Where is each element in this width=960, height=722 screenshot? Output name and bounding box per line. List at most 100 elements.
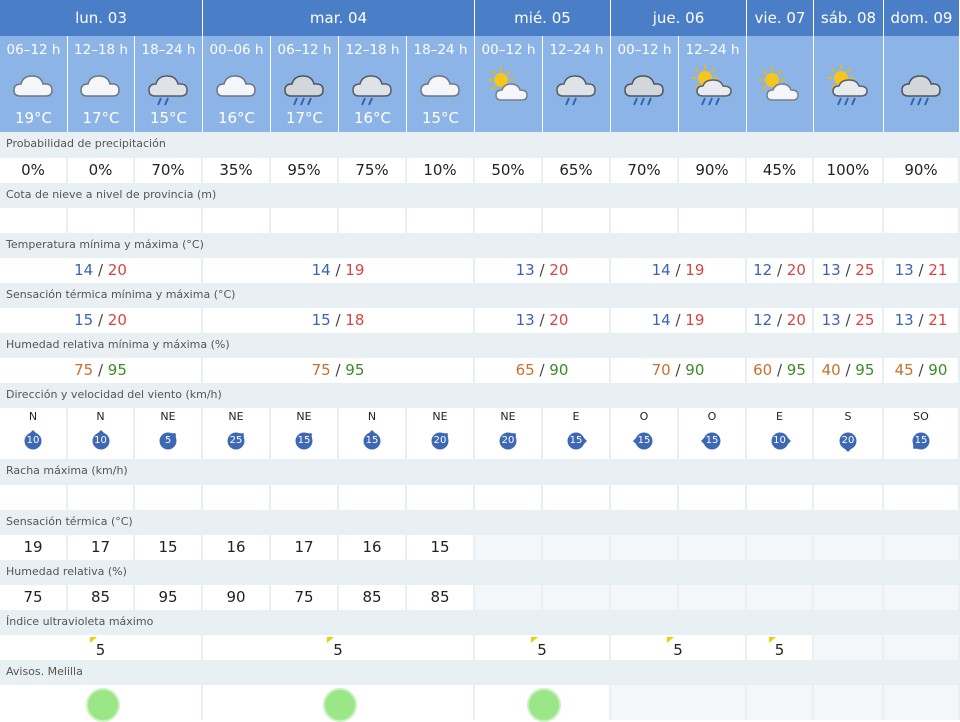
forecast-slot[interactable]: [814, 36, 884, 132]
sun-rain-cloud-icon: [821, 64, 877, 108]
forecast-slot[interactable]: 12–24 h: [543, 36, 611, 132]
forecast-slot[interactable]: [884, 36, 960, 132]
feel-value: [814, 535, 884, 560]
wind-speed: 15: [705, 435, 719, 446]
feels-like-minmax: 13 / 21: [884, 308, 960, 333]
gust-value: [271, 485, 339, 510]
sun-rain-cloud-icon: [685, 64, 741, 108]
wind-value: S 20: [814, 408, 884, 459]
day-header[interactable]: jue. 06: [611, 0, 747, 36]
gust-value: [407, 485, 475, 510]
wind-direction: E: [572, 410, 580, 423]
alert-level-green-icon[interactable]: [323, 688, 357, 722]
feel-value: [679, 535, 747, 560]
humidity-minmax: 40 / 95: [814, 358, 884, 383]
slot-time-label: 12–18 h: [74, 42, 128, 58]
forecast-slot[interactable]: 18–24 h 15°C: [135, 36, 203, 132]
temperature-minmax: 13 / 20: [475, 258, 611, 283]
alert-level-green-icon[interactable]: [85, 688, 120, 722]
forecast-slot[interactable]: 06–12 h 17°C: [271, 36, 339, 132]
day-header[interactable]: mar. 04: [203, 0, 475, 36]
slot-time-label: [814, 36, 883, 64]
slash-separator: /: [93, 361, 108, 379]
snow-level-value: [543, 208, 611, 233]
relative-humidity-value: [475, 585, 543, 610]
slot-time-label: 12–24 h: [549, 42, 604, 58]
wind-direction: NE: [228, 410, 244, 423]
relative-humidity-value: 95: [135, 585, 203, 610]
alert-cell: [203, 685, 475, 722]
min-value: 15: [311, 311, 331, 329]
alert-cell: [814, 685, 884, 720]
precipitation-label: Probabilidad de precipitación: [0, 132, 960, 158]
min-value: 40: [821, 361, 841, 379]
day-header[interactable]: dom. 09: [884, 0, 960, 36]
snow-level-value: [135, 208, 203, 233]
snow-level-value: [0, 208, 68, 233]
uv-index-label: Índice ultravioleta máximo: [0, 610, 960, 635]
precipitation-value: 90%: [679, 158, 747, 183]
slot-temperature: 15°C: [149, 109, 188, 127]
max-value: 90: [685, 361, 705, 379]
feel-value: [747, 535, 814, 560]
heavy-rain-cloud-icon: [277, 64, 333, 108]
day-header[interactable]: vie. 07: [747, 0, 814, 36]
max-value: 25: [855, 311, 875, 329]
feel-value: 17: [68, 535, 135, 560]
feel-label: Sensación térmica (°C): [0, 510, 960, 535]
wind-value: O 15: [679, 408, 747, 459]
feels-like-minmax: 14 / 19: [611, 308, 747, 333]
alert-level-green-icon[interactable]: [527, 688, 561, 722]
min-value: 13: [894, 311, 914, 329]
max-value: 21: [928, 261, 948, 279]
day-header[interactable]: mié. 05: [475, 0, 611, 36]
wind-speed: 10: [773, 435, 786, 446]
forecast-slot[interactable]: 00–12 h: [611, 36, 679, 132]
wind-value: NE 5: [135, 408, 203, 459]
gust-value: [679, 485, 747, 510]
wind-value: E 10: [747, 408, 814, 459]
wind-speed: 15: [914, 435, 928, 446]
slash-separator: /: [840, 311, 856, 329]
day-header[interactable]: sáb. 08: [814, 0, 884, 36]
forecast-slot[interactable]: 06–12 h 19°C: [0, 36, 68, 132]
forecast-slot[interactable]: 12–24 h: [679, 36, 747, 132]
slash-separator: /: [913, 311, 929, 329]
slot-time-label: 06–12 h: [277, 42, 332, 58]
forecast-table: lun. 03 mar. 04 mié. 05 jue. 06 vie. 07 sáb. …: [0, 0, 960, 722]
forecast-slot[interactable]: 00–06 h 16°C: [203, 36, 271, 132]
max-value: 95: [855, 361, 875, 379]
wind-speed: 10: [26, 435, 40, 446]
min-value: 15: [74, 311, 94, 329]
relative-humidity-value: 75: [271, 585, 339, 610]
relative-humidity-value: 85: [339, 585, 407, 610]
rain-cloud-icon: [141, 64, 197, 108]
wind-value: NE 25: [203, 408, 271, 459]
slash-separator: /: [670, 361, 686, 379]
partly-cloudy-icon: [481, 64, 537, 108]
forecast-slot[interactable]: [747, 36, 814, 132]
forecast-slot[interactable]: 00–12 h: [475, 36, 543, 132]
relative-humidity-value: [884, 585, 960, 610]
forecast-slot[interactable]: 18–24 h 15°C: [407, 36, 475, 132]
snow-level-value: [884, 208, 960, 233]
slash-separator: /: [330, 261, 346, 279]
min-value: 13: [515, 261, 535, 279]
uv-index-value: [814, 635, 884, 660]
precipitation-value: 70%: [611, 158, 679, 183]
alert-cell: [747, 685, 814, 720]
snow-level-value: [68, 208, 135, 233]
forecast-slot[interactable]: 12–18 h 17°C: [68, 36, 135, 132]
feel-value: 15: [135, 535, 203, 560]
min-value: 14: [651, 311, 671, 329]
relative-humidity-value: [747, 585, 814, 610]
min-value: 12: [753, 261, 773, 279]
temperature-minmax: 14 / 20: [0, 258, 203, 283]
forecast-slot[interactable]: 12–18 h 16°C: [339, 36, 407, 132]
slash-separator: /: [840, 261, 856, 279]
day-header[interactable]: lun. 03: [0, 0, 203, 36]
precipitation-value: 100%: [814, 158, 884, 183]
gust-value: [68, 485, 135, 510]
cloudy-icon: [413, 64, 469, 108]
slot-temperature: 19°C: [14, 109, 53, 127]
